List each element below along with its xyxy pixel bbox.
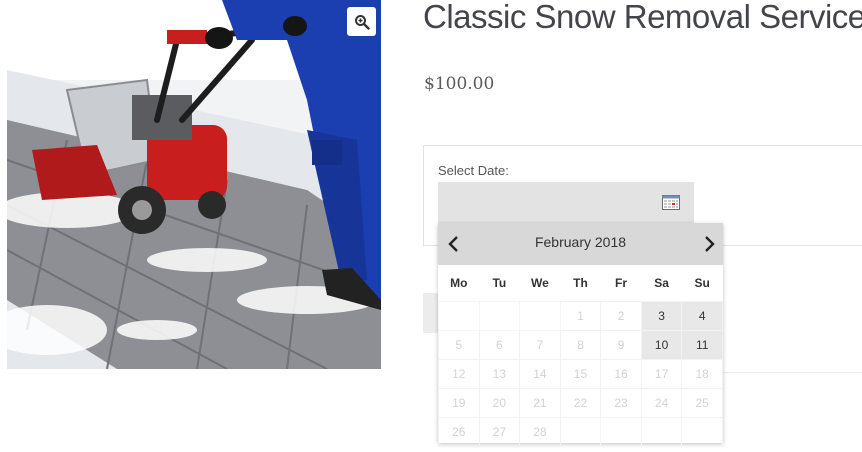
calendar-day: 24	[640, 388, 683, 418]
calendar-day[interactable]: 3	[640, 301, 683, 331]
calendar-empty-cell	[559, 417, 602, 447]
calendar-day[interactable]: 4	[681, 301, 723, 331]
product-price: $100.00	[424, 74, 495, 94]
date-label: Select Date:	[438, 163, 509, 178]
calendar-empty-cell	[640, 417, 683, 447]
calendar-day: 20	[478, 388, 521, 418]
calendar-day: 7	[519, 330, 561, 360]
calendar-day: 22	[559, 388, 602, 418]
calendar-week-row: 1234	[438, 301, 723, 331]
datepicker-header: February 2018	[438, 223, 723, 265]
calendar-day: 14	[519, 359, 561, 389]
calendar-day: 25	[681, 388, 723, 418]
magnifier-plus-icon	[354, 14, 370, 30]
calendar-day: 26	[438, 417, 480, 447]
calendar-day: 15	[559, 359, 602, 389]
zoom-button[interactable]	[347, 7, 376, 36]
calendar-day: 17	[640, 359, 683, 389]
weekday-header: Th	[573, 276, 588, 290]
product-title: Classic Snow Removal Service	[423, 0, 862, 35]
calendar-week-row: 19 20 21 22 23 24 25	[438, 388, 723, 418]
calendar-day: 16	[600, 359, 642, 389]
calendar-day: 27	[478, 417, 521, 447]
calendar-day: 1	[559, 301, 602, 331]
month-label: February 2018	[534, 234, 627, 250]
next-month-button[interactable]	[699, 234, 719, 254]
calendar-empty-cell	[681, 417, 723, 447]
chevron-right-icon	[705, 236, 715, 252]
calendar-day: 21	[519, 388, 561, 418]
date-input[interactable]	[438, 182, 694, 223]
calendar-day: 8	[559, 330, 602, 360]
calendar-day[interactable]: 10	[640, 330, 683, 360]
snow-blower-photo	[7, 0, 381, 369]
quantity-field-partial[interactable]	[423, 293, 439, 333]
weekday-header: We	[531, 276, 549, 290]
weekday-header: Sa	[654, 276, 669, 290]
calendar-day: 28	[519, 417, 561, 447]
calendar-day: 2	[600, 301, 642, 331]
calendar-empty-cell	[438, 301, 480, 331]
calendar-grid: Mo Tu We Th Fr Sa Su 1 2 3 4 5 6 7 8 9 10 11 12 13 14 15 16 17…	[438, 265, 723, 447]
product-image[interactable]	[7, 0, 381, 369]
calendar-day[interactable]: 11	[681, 330, 723, 360]
calendar-icon[interactable]	[662, 194, 680, 215]
weekday-header: Mo	[450, 276, 468, 290]
calendar-week-row: 26 27 28	[438, 417, 723, 447]
calendar-empty-cell	[519, 301, 561, 331]
weekday-header: Tu	[492, 276, 507, 290]
calendar-empty-cell	[478, 301, 521, 331]
calendar-day: 5	[438, 330, 480, 360]
calendar-weeks: 1 2 3 4 5 6 7 8 9 10 11 12 13 14 15 16 17 18 19 20 21 22 23 24 2…	[438, 301, 723, 447]
calendar-day: 13	[478, 359, 521, 389]
weekday-header: Su	[694, 276, 710, 290]
datepicker: February 2018 Mo Tu We Th Fr Sa Su 1 2 3 4 5 6 7 8 9 10…	[438, 223, 723, 447]
calendar-empty-cell	[600, 417, 642, 447]
calendar-day: 23	[600, 388, 642, 418]
weekday-header: Fr	[615, 276, 628, 290]
calendar-day: 12	[438, 359, 480, 389]
calendar-week-row: 5 6 7 8 9 10 11	[438, 330, 723, 360]
calendar-day: 19	[438, 388, 480, 418]
calendar-day: 6	[478, 330, 521, 360]
calendar-day: 9	[600, 330, 642, 360]
calendar-day: 18	[681, 359, 723, 389]
weekday-row: Mo Tu We Th Fr Sa Su	[439, 265, 723, 302]
calendar-week-row: 12 13 14 15 16 17 18	[438, 359, 723, 389]
